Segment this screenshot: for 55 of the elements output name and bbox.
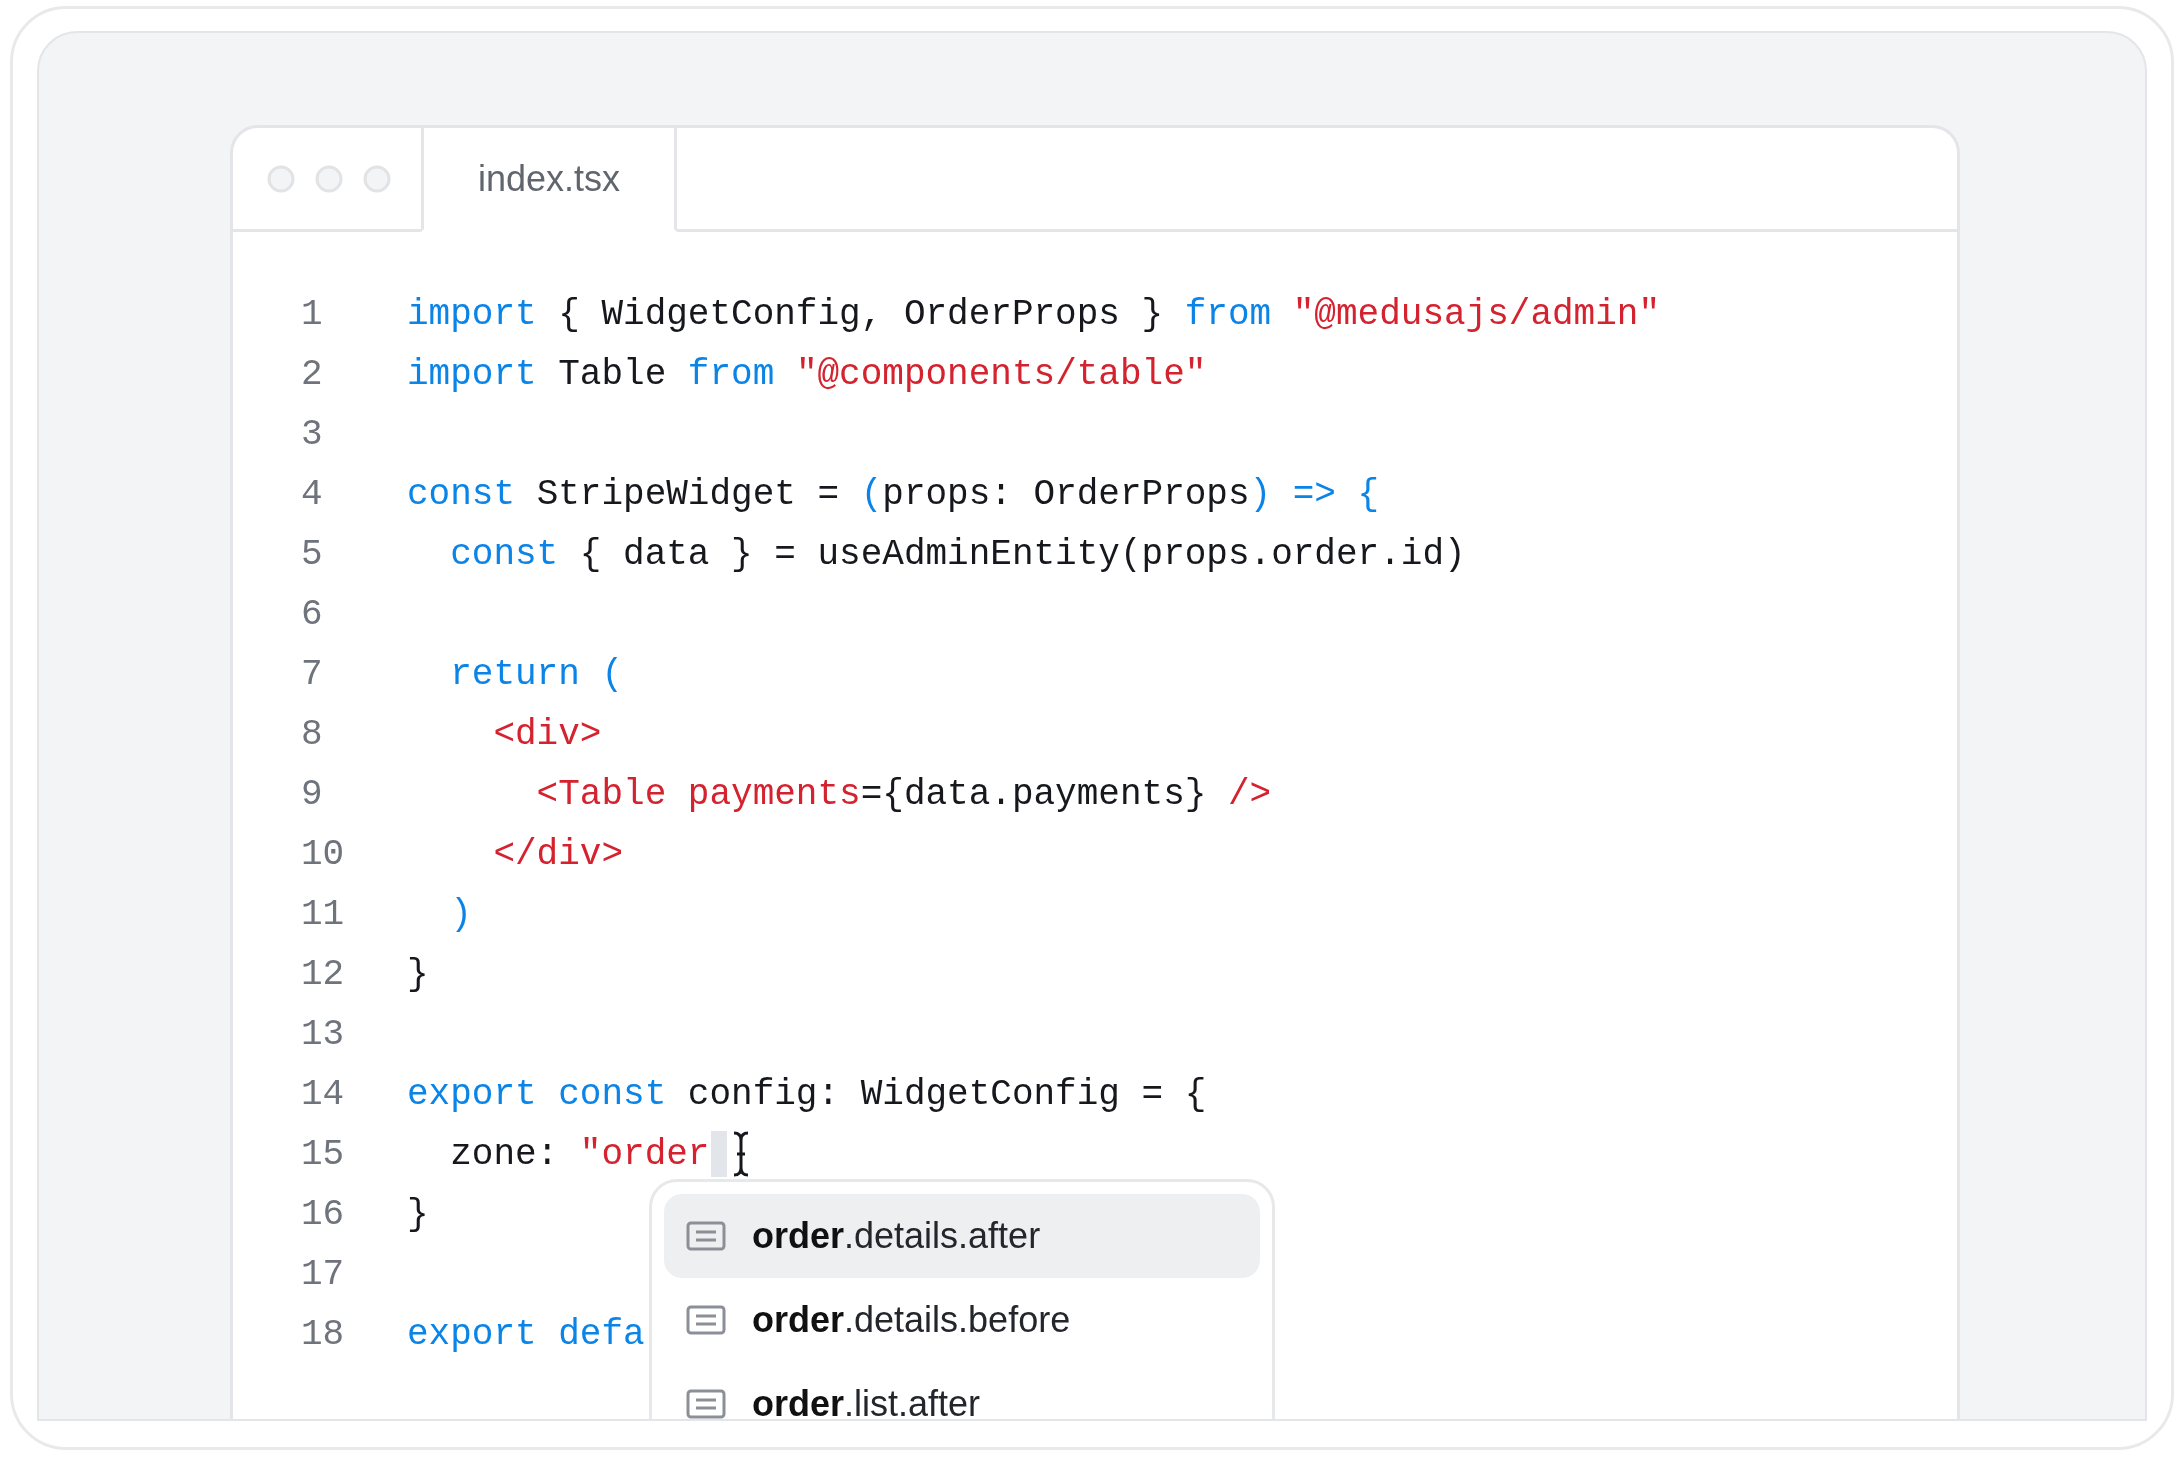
code-string: <div> (492, 713, 602, 755)
line-number: 1 (300, 293, 324, 335)
code-keyword: ( (860, 473, 883, 515)
code-keyword: from (1184, 293, 1272, 335)
window-control-icon[interactable] (267, 164, 295, 193)
code-text: zone: (449, 1133, 560, 1175)
code-text: Table (557, 353, 668, 395)
line-number: 5 (300, 533, 324, 575)
code-text: } (407, 953, 429, 995)
line-number: 10 (300, 833, 346, 875)
code-text: { data } = useAdminEntity(props.order.id) (578, 533, 1466, 575)
code-text: } (407, 1193, 429, 1235)
suggestion-item[interactable]: order.details.after (664, 1194, 1260, 1278)
code-string: "@components/table" (794, 353, 1207, 395)
line-number: 2 (300, 353, 324, 395)
code-string: "order (579, 1133, 710, 1175)
code-text: config: WidgetConfig = { (686, 1073, 1207, 1115)
code-keyword: return ( (449, 653, 624, 695)
line-number: 17 (300, 1253, 346, 1295)
line-number: 18 (300, 1313, 346, 1355)
line-number: 9 (300, 773, 324, 815)
line-number: 6 (300, 593, 324, 635)
code-string: "@medusajs/admin" (1291, 293, 1661, 335)
line-number: 7 (300, 653, 324, 695)
code-text: StripeWidget = (535, 473, 841, 515)
code-keyword: ) (449, 893, 472, 935)
text-lines-icon (686, 1389, 726, 1419)
window-control-icon[interactable] (363, 164, 391, 193)
line-number: 16 (300, 1193, 346, 1235)
code-text: props: OrderProps (882, 473, 1250, 515)
code-keyword: export const (407, 1073, 667, 1115)
line-number: 15 (300, 1133, 346, 1175)
line-number: 3 (300, 413, 324, 455)
code-string: /> (1227, 773, 1272, 815)
text-lines-icon (686, 1305, 726, 1335)
code-keyword: export defa (407, 1313, 645, 1355)
code-keyword: const (407, 473, 516, 515)
code-text: { WidgetConfig, OrderProps } (557, 293, 1165, 335)
text-lines-icon (686, 1221, 726, 1251)
code-string: <Table payments (535, 773, 861, 815)
code-keyword: import (407, 353, 537, 395)
line-number: 14 (300, 1073, 346, 1115)
line-number: 4 (300, 473, 324, 515)
line-number: 12 (300, 953, 346, 995)
code-keyword: const (449, 533, 559, 575)
code-keyword: import (407, 293, 537, 335)
file-tab[interactable]: index.tsx (421, 128, 677, 232)
code-keyword: ) => { (1249, 473, 1380, 515)
window-control-icon[interactable] (315, 164, 343, 193)
line-number: 13 (300, 1013, 346, 1055)
line-number: 11 (300, 893, 346, 935)
code-string: </div> (492, 833, 624, 875)
code-keyword: from (687, 353, 775, 395)
code-text: ={data.payments} (860, 773, 1208, 815)
line-number: 8 (300, 713, 324, 755)
